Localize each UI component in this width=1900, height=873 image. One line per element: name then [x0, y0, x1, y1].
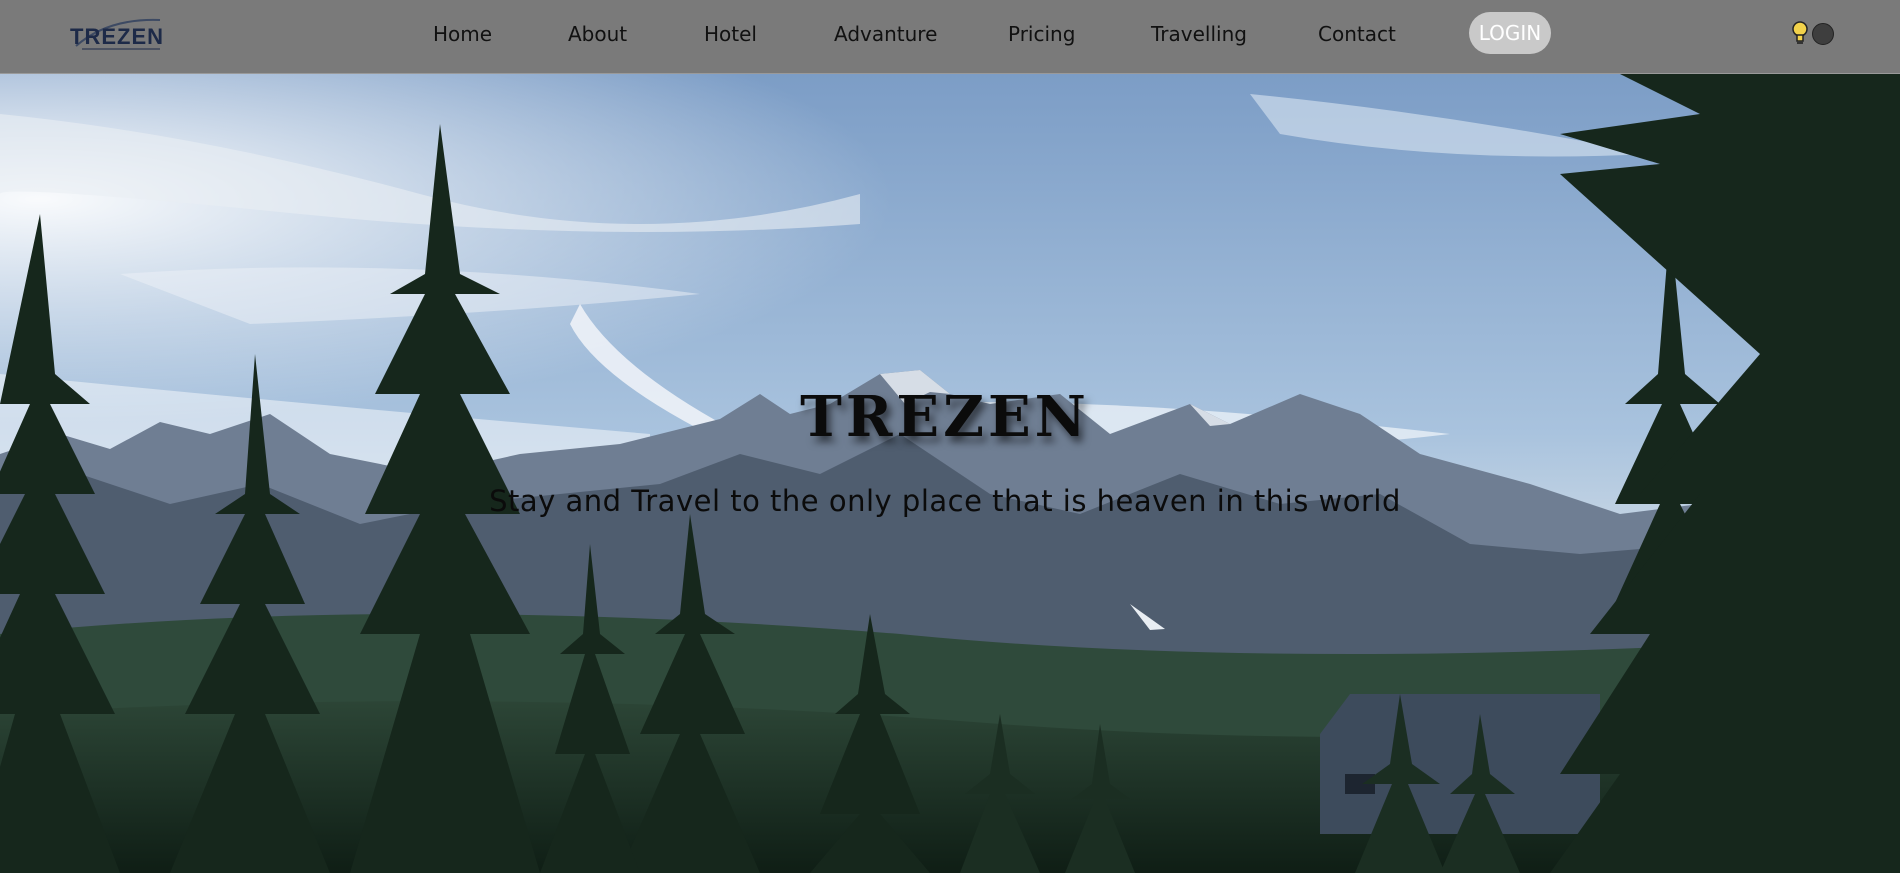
hero-title: TREZEN	[800, 384, 1090, 450]
nav-about[interactable]: About	[568, 22, 627, 46]
nav-travelling[interactable]: Travelling	[1151, 22, 1247, 46]
nav-contact[interactable]: Contact	[1318, 22, 1396, 46]
dark-mode-toggle[interactable]	[1812, 23, 1834, 45]
hero-background-image	[0, 74, 1900, 873]
nav-pricing[interactable]: Pricing	[1008, 22, 1075, 46]
lightbulb-icon[interactable]	[1791, 21, 1809, 47]
nav-home[interactable]: Home	[433, 22, 492, 46]
nav-hotel[interactable]: Hotel	[704, 22, 757, 46]
login-button[interactable]: LOGIN	[1469, 12, 1551, 54]
hero-section: TREZEN Stay and Travel to the only place…	[0, 74, 1900, 873]
nav-menu: Home About Hotel Advanture Pricing Trave…	[0, 0, 1900, 73]
nav-adventure[interactable]: Advanture	[834, 22, 937, 46]
hero-tagline: Stay and Travel to the only place that i…	[489, 484, 1401, 518]
navbar: TREZEN Home About Hotel Advanture Pricin…	[0, 0, 1900, 74]
page: TREZEN Home About Hotel Advanture Pricin…	[0, 0, 1900, 873]
